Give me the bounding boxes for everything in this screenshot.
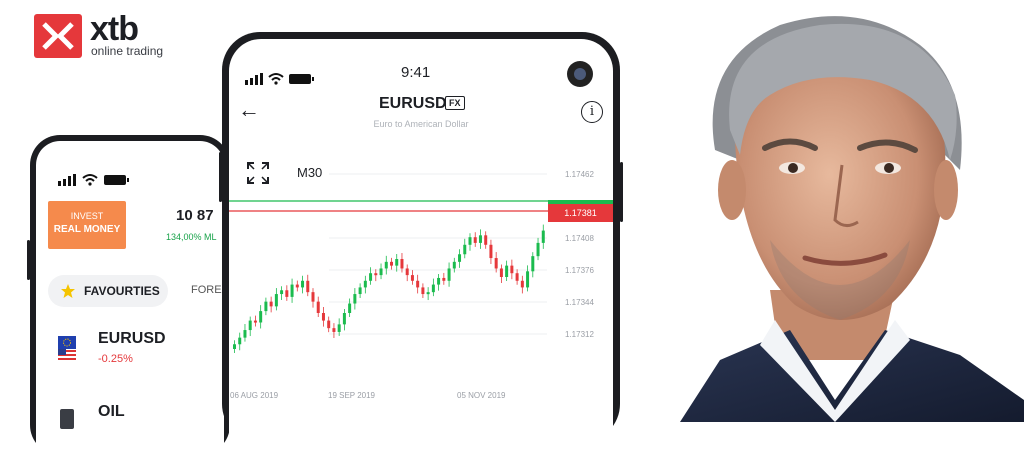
x-tick-label: 19 SEP 2019	[328, 391, 376, 400]
candle	[473, 232, 477, 247]
candle	[285, 285, 289, 301]
candle	[301, 275, 305, 294]
y-tick-label: 1.17408	[565, 234, 594, 243]
candle	[526, 265, 530, 292]
candle	[458, 249, 462, 268]
candle	[306, 274, 310, 297]
symbol-eurusd-name[interactable]: EURUSD	[98, 330, 166, 348]
account-balance: 10 87	[176, 207, 214, 224]
candle	[520, 275, 524, 294]
candle	[363, 275, 367, 294]
tab-favourites[interactable]: FAVOURTIES	[48, 275, 168, 307]
candle	[358, 283, 362, 299]
candle	[379, 263, 383, 280]
invest-label: INVEST	[70, 211, 104, 221]
logo-tagline: online trading	[91, 44, 164, 58]
invest-real-money-button[interactable]: INVEST REAL MONEY	[48, 201, 126, 249]
tab-forex[interactable]: FOREX	[191, 284, 224, 296]
phone-volume-button	[219, 152, 222, 202]
candle	[264, 297, 268, 316]
candle	[515, 269, 519, 285]
candle	[499, 264, 503, 283]
candle	[274, 288, 278, 311]
candle	[494, 252, 498, 273]
y-tick-label: 1.17312	[565, 330, 594, 339]
oil-barrel-icon	[60, 409, 74, 429]
back-phone: INVEST REAL MONEY 10 87 134,00% ML FAVOU…	[27, 135, 230, 455]
candle	[311, 288, 315, 308]
candle	[390, 257, 393, 270]
star-icon	[61, 284, 75, 298]
candle	[416, 274, 420, 294]
candle	[478, 229, 482, 249]
candle	[374, 269, 378, 282]
candle	[421, 283, 425, 299]
x-tick-label: 06 AUG 2019	[230, 391, 279, 400]
front-phone-screen: 9:41 ← EURUSD FX Euro to American Dollar…	[229, 39, 613, 442]
candle	[337, 318, 341, 336]
candle	[332, 323, 336, 338]
y-tick-label: 1.17462	[565, 170, 594, 179]
candle	[384, 255, 388, 275]
xtb-logo-icon	[34, 14, 82, 58]
symbol-oil-name[interactable]: OIL	[98, 403, 125, 421]
candle	[463, 238, 467, 259]
candle	[410, 270, 414, 285]
phone-power-button	[620, 162, 623, 222]
candle	[280, 286, 284, 301]
candle	[437, 273, 441, 291]
symbol-eurusd-change: -0.25%	[98, 353, 133, 365]
y-tick-label: 1.17344	[565, 298, 594, 307]
candle	[468, 233, 472, 251]
candle	[484, 231, 488, 249]
candle	[248, 316, 252, 337]
candle	[489, 239, 493, 265]
candle	[233, 340, 236, 353]
candle	[269, 296, 273, 313]
candle	[327, 316, 331, 333]
candle	[253, 315, 257, 327]
candle	[353, 288, 357, 310]
candle	[541, 224, 545, 249]
candle	[290, 278, 294, 303]
candle	[395, 254, 399, 272]
phone-side-button	[27, 240, 30, 280]
margin-level: 134,00% ML	[166, 232, 217, 242]
candle	[531, 252, 535, 278]
candle	[405, 264, 409, 282]
y-tick-label: 1.17376	[565, 266, 594, 275]
xtb-logo: xtb online trading	[34, 10, 174, 60]
candle	[259, 305, 263, 329]
candle	[321, 307, 325, 327]
spokesperson-portrait	[660, 0, 1024, 422]
us-eu-flag-icon	[58, 336, 76, 362]
candle	[348, 298, 352, 317]
real-money-label: REAL MONEY	[53, 224, 121, 235]
front-phone: 9:41 ← EURUSD FX Euro to American Dollar…	[219, 32, 623, 442]
candle	[316, 296, 320, 317]
candle	[243, 324, 247, 342]
status-icons	[58, 174, 129, 186]
candle	[536, 237, 540, 261]
candle	[295, 280, 299, 292]
tab-favourites-label: FAVOURTIES	[84, 284, 160, 298]
candle	[442, 272, 446, 285]
current-price-tag: 1.17381	[548, 204, 613, 222]
candle	[510, 259, 514, 280]
candle	[238, 332, 242, 351]
candle	[447, 262, 451, 287]
candle	[431, 278, 435, 297]
candle	[426, 287, 430, 301]
price-chart[interactable]	[229, 39, 613, 439]
x-tick-label: 05 NOV 2019	[457, 391, 506, 400]
candle	[342, 309, 346, 331]
back-phone-screen: INVEST REAL MONEY 10 87 134,00% ML FAVOU…	[36, 141, 224, 455]
candle	[505, 260, 509, 281]
